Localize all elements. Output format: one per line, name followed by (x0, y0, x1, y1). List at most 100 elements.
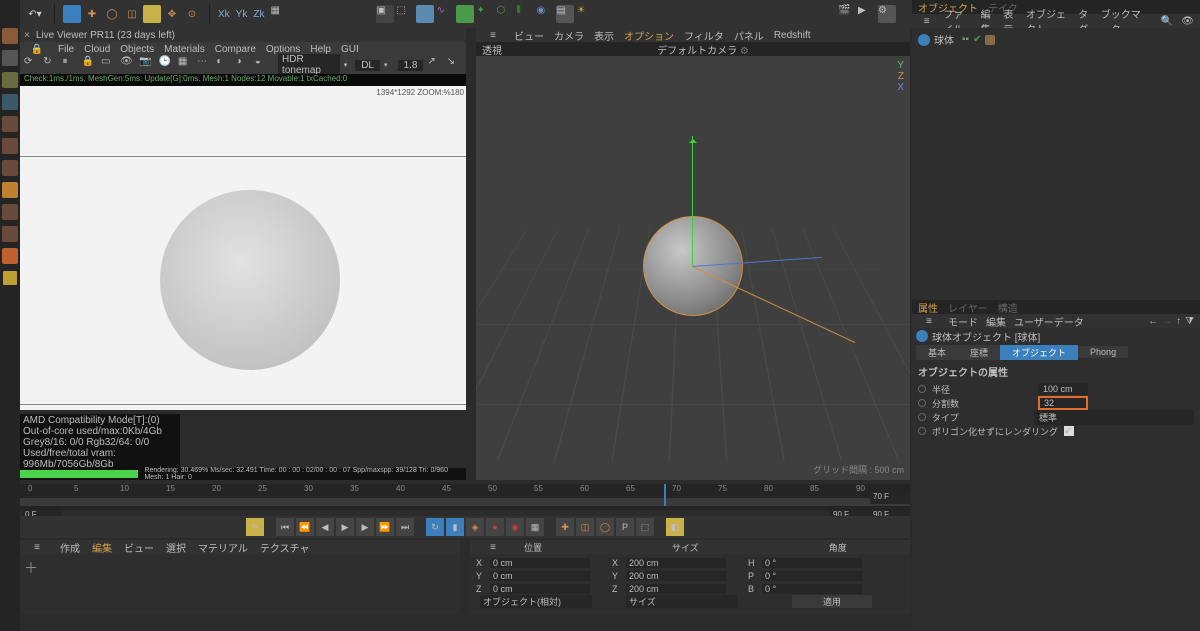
field-icon[interactable]: ⬡ (496, 5, 514, 23)
vp-menu-camera[interactable]: カメラ (554, 28, 584, 43)
pos-key-icon[interactable]: ✚ (556, 518, 574, 536)
pos-y-input[interactable]: 0 cm (490, 571, 590, 581)
segments-input[interactable]: 32 (1038, 396, 1088, 410)
param-key-icon[interactable]: P (616, 518, 634, 536)
rot-key-icon[interactable]: ◯ (596, 518, 614, 536)
pause-icon[interactable]: ⏸ (62, 56, 77, 74)
menu-help[interactable]: Help (310, 44, 331, 55)
mat-menu-material[interactable]: マテリアル (198, 540, 248, 555)
vp-menu-filter[interactable]: フィルタ (684, 28, 724, 43)
axis-z[interactable]: Zk (253, 9, 264, 20)
type-select[interactable]: 標準 (1034, 410, 1194, 425)
angle-p-input[interactable]: 0 ° (762, 571, 862, 581)
object-tree[interactable]: 球体 ▪▪ ✔ (912, 28, 1200, 300)
axis-y[interactable]: Yk (236, 9, 248, 20)
coord-icon[interactable]: ▦ (270, 5, 288, 23)
menu-options[interactable]: Options (266, 44, 300, 55)
render-perfect-checkbox[interactable]: ✔ (1064, 426, 1074, 436)
add-material-icon[interactable]: ＋ (24, 560, 38, 576)
size-mode-select[interactable]: サイズ (626, 595, 738, 608)
autokey-icon[interactable]: ✎ (246, 518, 264, 536)
tonemap-select[interactable]: HDR tonemap (278, 54, 340, 76)
phong-tag-icon[interactable] (985, 35, 995, 45)
tool-icon[interactable]: ⊙ (183, 5, 201, 23)
arrow-icon[interactable]: ↗ (427, 56, 442, 74)
tool-icon[interactable] (2, 94, 18, 110)
mograph-icon[interactable]: ✦ (476, 5, 494, 23)
subtab-basic[interactable]: 基本 (916, 345, 958, 360)
size-x-input[interactable]: 200 cm (626, 558, 726, 568)
coord-mode-select[interactable]: オブジェクト(相対) (480, 595, 592, 608)
scale-key-icon[interactable]: ◫ (576, 518, 594, 536)
keyframe-icon[interactable] (918, 427, 926, 435)
pos-x-input[interactable]: 0 cm (490, 558, 590, 568)
vp-menu-redshift[interactable]: Redshift (774, 30, 811, 41)
tool-icon[interactable]: ✥ (163, 5, 181, 23)
goto-end-icon[interactable]: ⏭ (396, 518, 414, 536)
vp-menu-display[interactable]: 表示 (594, 28, 614, 43)
funnel-icon[interactable]: ⧩ (1185, 316, 1194, 327)
tool-icon[interactable] (2, 204, 18, 220)
enable-icon[interactable]: ✔ (973, 34, 981, 45)
eye-icon[interactable]: 👁 (1181, 16, 1194, 27)
tool-icon[interactable] (2, 160, 18, 176)
nav-back-icon[interactable]: ← (1148, 316, 1158, 327)
eye-icon[interactable]: 👁 (120, 56, 135, 74)
subtab-object[interactable]: オブジェクト (1000, 345, 1078, 360)
channel-icon[interactable]: ◐ (216, 56, 231, 74)
subtab-coord[interactable]: 座標 (958, 345, 1000, 360)
prev-frame-icon[interactable]: ◀ (316, 518, 334, 536)
undo-icon[interactable]: ↶▾ (26, 5, 44, 23)
keyframe-icon[interactable] (918, 385, 926, 393)
tool-icon[interactable] (2, 50, 18, 66)
goto-start-icon[interactable]: ⏮ (276, 518, 294, 536)
clapboard-icon[interactable]: 🎬 (838, 5, 856, 23)
close-icon[interactable]: × (24, 30, 30, 41)
radius-input[interactable]: 100 cm (1038, 383, 1088, 395)
attr-menu-edit[interactable]: 編集 (986, 314, 1006, 329)
autokey-toggle-icon[interactable]: ◉ (506, 518, 524, 536)
play-icon[interactable]: ▶ (858, 5, 876, 23)
cur-frame-input[interactable]: 70 F (870, 492, 910, 504)
region-icon[interactable]: ▭ (101, 56, 116, 74)
vp-menu-panel[interactable]: パネル (734, 28, 764, 43)
refresh-icon[interactable]: ⟳ (24, 56, 39, 74)
tool-icon[interactable] (2, 72, 18, 88)
nav-fwd-icon[interactable]: → (1162, 316, 1172, 327)
timeline[interactable]: 051015202530354045505560657075808590 (20, 484, 910, 510)
mat-menu-view[interactable]: ビュー (124, 540, 154, 555)
mat-menu-texture[interactable]: テクスチャ (260, 540, 310, 555)
menu-cloud[interactable]: Cloud (84, 44, 110, 55)
tool-icon[interactable] (2, 28, 18, 44)
timeline-bar[interactable] (20, 498, 910, 506)
vp-menu-view[interactable]: ビュー (514, 28, 544, 43)
deformer-icon[interactable]: ⫴ (516, 5, 534, 23)
spline-icon[interactable]: ∿ (436, 5, 454, 23)
env-icon[interactable]: ◉ (536, 5, 554, 23)
live-viewer-canvas[interactable]: 1394*1292 ZOOM:%180 (20, 86, 466, 410)
grid-icon[interactable]: ▦ (178, 56, 193, 74)
tool-icon[interactable] (2, 138, 18, 154)
attr-menu-mode[interactable]: モード (948, 314, 978, 329)
play-icon[interactable]: ▶ (336, 518, 354, 536)
pos-z-input[interactable]: 0 cm (490, 584, 590, 594)
cam-icon[interactable]: 📷 (139, 56, 154, 74)
select-tool-icon[interactable] (63, 5, 81, 23)
object-item-sphere[interactable]: 球体 ▪▪ ✔ (918, 32, 1194, 47)
mat-menu-select[interactable]: 選択 (166, 540, 186, 555)
tool-icon[interactable] (2, 226, 18, 242)
apply-button[interactable]: 適用 (792, 595, 872, 608)
axis-y[interactable] (692, 136, 693, 266)
primitive-cube-icon[interactable] (416, 5, 434, 23)
rotate-tool-icon[interactable]: ◯ (103, 5, 121, 23)
mat-menu-create[interactable]: 作成 (60, 540, 80, 555)
pla-key-icon[interactable]: ⬚ (636, 518, 654, 536)
visibility-toggle-icon[interactable]: ▪▪ (962, 34, 969, 45)
light-icon[interactable]: ☀ (576, 5, 594, 23)
exposure-input[interactable]: 1.8 (398, 60, 424, 71)
lock-icon[interactable]: 🔒 (82, 56, 97, 74)
materials-body[interactable]: ＋ (20, 554, 460, 614)
generator-icon[interactable] (456, 5, 474, 23)
angle-h-input[interactable]: 0 ° (762, 558, 862, 568)
menu-objects[interactable]: Objects (120, 44, 154, 55)
